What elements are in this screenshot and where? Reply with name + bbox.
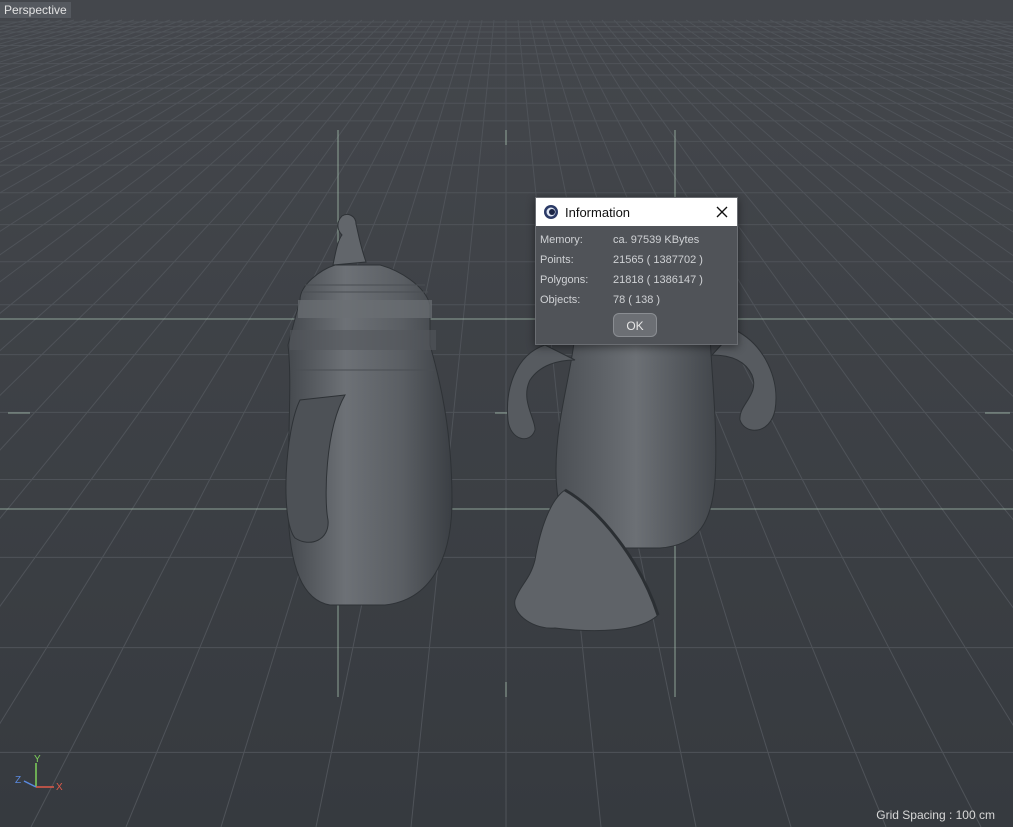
memory-label: Memory: [540,234,583,246]
information-dialog: Information Memory: ca. 97539 KBytes Poin… [535,197,738,345]
viewport-canvas[interactable] [0,0,1013,827]
axis-z-label: Z [15,775,21,786]
dialog-title: Information [565,204,631,220]
points-label: Points: [540,254,574,266]
close-icon[interactable] [714,204,730,220]
axis-x-label: X [56,782,63,793]
grid-spacing-readout: Grid Spacing : 100 cm [876,808,995,822]
3d-viewport[interactable]: Perspective Y Z X Grid Spacing : 100 cm [0,0,1013,827]
objects-row: Objects: 78 ( 138 ) [540,293,660,307]
points-value: 21565 ( 1387702 ) [613,254,703,266]
axis-gizmo-icon: Y Z X [15,755,63,793]
memory-value: ca. 97539 KBytes [613,234,700,246]
ok-button[interactable]: OK [613,313,657,337]
cinema4d-logo-icon [544,205,558,219]
objects-value: 78 ( 138 ) [613,294,661,306]
view-name-label[interactable]: Perspective [0,2,71,18]
axis-y-label: Y [34,755,41,765]
polygons-label: Polygons: [540,274,589,286]
polygons-row: Polygons: 21818 ( 1386147 ) [540,273,703,287]
objects-label: Objects: [540,294,581,306]
points-row: Points: 21565 ( 1387702 ) [540,253,703,267]
dialog-title-bar[interactable]: Information [536,198,737,226]
memory-row: Memory: ca. 97539 KBytes [540,233,699,247]
polygons-value: 21818 ( 1386147 ) [613,274,703,286]
